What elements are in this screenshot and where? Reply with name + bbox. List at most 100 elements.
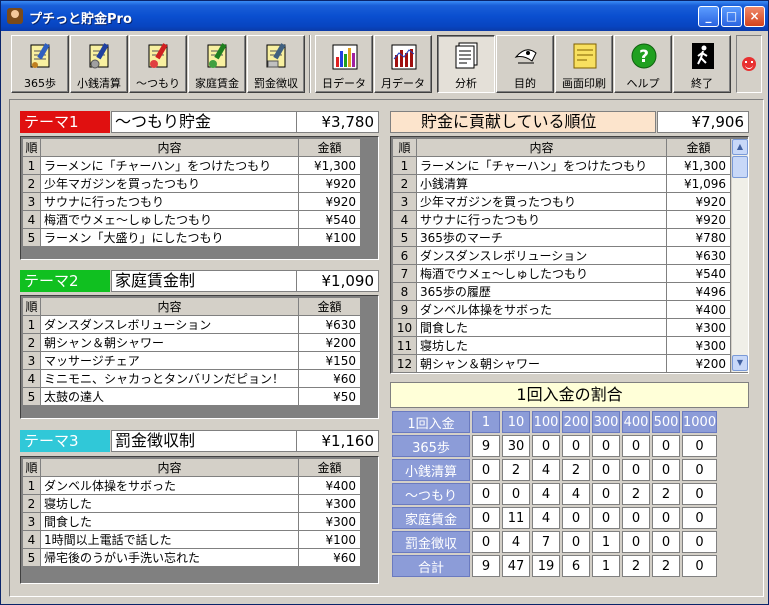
table-row[interactable]: 5 365歩のマーチ ¥780 — [392, 228, 731, 247]
ratio-cell: 0 — [652, 507, 680, 529]
tool-penalty-button[interactable]: 罰金徴収 — [247, 35, 305, 93]
ratio-cell: 0 — [682, 435, 718, 457]
tool-analysis-button[interactable]: 分析 — [437, 35, 495, 93]
ratio-cell: 0 — [622, 459, 650, 481]
tool-tsumori-button[interactable]: 〜つもり — [129, 35, 187, 93]
table-row[interactable]: 4 サウナに行ったつもり ¥920 — [392, 210, 731, 229]
row-no: 4 — [22, 530, 41, 549]
table-row[interactable]: 3 間食した ¥300 — [22, 512, 361, 531]
ratio-cell: 0 — [562, 531, 590, 553]
tool-goal-button[interactable]: 目的 — [496, 35, 554, 93]
tool-365-steps-button[interactable]: 365歩 — [11, 35, 69, 93]
row-desc: サウナに行ったつもり — [40, 192, 299, 211]
window-title: プチっと貯金Pro — [29, 12, 132, 27]
row-desc: 寝坊した — [416, 336, 667, 355]
table-row[interactable]: 9 ダンベル体操をサボった ¥400 — [392, 300, 731, 319]
table-row[interactable]: 3 マッサージチェア ¥150 — [22, 351, 361, 370]
tool-print-button[interactable]: 画面印刷 — [555, 35, 613, 93]
row-desc: ダンベル体操をサボった — [40, 476, 299, 495]
ranking-header: 貯金に貢献している順位 ¥7,906 — [390, 111, 749, 133]
ratio-row-label: 〜つもり — [392, 483, 470, 505]
ratio-cell: 0 — [652, 435, 680, 457]
table-row[interactable]: 1 ラーメンに「チャーハン」をつけたつもり ¥1,300 — [392, 156, 731, 175]
row-no: 5 — [22, 387, 41, 406]
tool-help-button[interactable]: ? ヘルプ — [614, 35, 672, 93]
app-window: プチっと貯金Pro _ □ × 365歩 小銭清算 〜つもり 家庭賃金 罰金徴収… — [0, 0, 769, 605]
tool-label: 罰金徴収 — [254, 77, 298, 90]
row-no: 2 — [22, 333, 41, 352]
table-row[interactable]: 8 365歩の履歴 ¥496 — [392, 282, 731, 301]
analysis-icon — [455, 42, 478, 69]
table-row[interactable]: 5 帰宅後のうがい手洗い忘れた ¥60 — [22, 548, 361, 567]
ratio-col-header: 1000 — [682, 411, 718, 433]
table-row[interactable]: 5 太鼓の達人 ¥50 — [22, 387, 361, 406]
ratio-row-label: 罰金徴収 — [392, 531, 470, 553]
ratio-cell: 2 — [622, 483, 650, 505]
row-amount: ¥630 — [298, 315, 361, 334]
row-amount: ¥920 — [666, 192, 731, 211]
table-row[interactable]: 10 間食した ¥300 — [392, 318, 731, 337]
table-row[interactable]: 4 1時間以上電話で話した ¥100 — [22, 530, 361, 549]
theme3-tag: テーマ3 — [20, 430, 110, 452]
table-row[interactable]: 1 ダンベル体操をサボった ¥400 — [22, 476, 361, 495]
table-row[interactable]: 5 ラーメン「大盛り」にしたつもり ¥100 — [22, 228, 361, 247]
close-button[interactable]: × — [744, 6, 765, 27]
row-desc: 太鼓の達人 — [40, 387, 299, 406]
ranking-amount: ¥7,906 — [657, 111, 749, 133]
row-no: 1 — [22, 476, 41, 495]
table-row[interactable]: 2 小銭清算 ¥1,096 — [392, 174, 731, 193]
row-no: 10 — [392, 318, 417, 337]
theme3-name: 罰金徴収制 — [111, 430, 311, 452]
ratio-cell: 0 — [562, 435, 590, 457]
table-row[interactable]: 7 梅酒でウメェ〜しゅしたつもり ¥540 — [392, 264, 731, 283]
ratio-cell: 2 — [562, 459, 590, 481]
table-row[interactable]: 6 ダンスダンスレボリューション ¥630 — [392, 246, 731, 265]
ratio-cell: 0 — [592, 435, 620, 457]
ratio-cell: 9 — [472, 555, 500, 577]
row-no: 5 — [392, 228, 417, 247]
table-row[interactable]: 12 朝シャン＆朝シャワー ¥200 — [392, 354, 731, 373]
row-amount: ¥60 — [298, 369, 361, 388]
table-row[interactable]: 3 少年マガジンを買ったつもり ¥920 — [392, 192, 731, 211]
table-row[interactable]: 11 寝坊した ¥300 — [392, 336, 731, 355]
theme2-header: テーマ2 家庭賃金制 ¥1,090 — [20, 270, 379, 292]
tool-daily-data-button[interactable]: 日データ — [315, 35, 373, 93]
minimize-button[interactable]: _ — [698, 6, 719, 27]
ratio-col-header: 400 — [622, 411, 650, 433]
tool-coin-settle-button[interactable]: 小銭清算 — [70, 35, 128, 93]
table-row[interactable]: 3 サウナに行ったつもり ¥920 — [22, 192, 361, 211]
ratio-row: 365歩 9 30 0 0 0 0 0 0 — [392, 435, 718, 457]
notebook-coins-icon — [89, 43, 109, 69]
table-row[interactable]: 1 ダンスダンスレボリューション ¥630 — [22, 315, 361, 334]
table-row[interactable]: 2 朝シャン＆朝シャワー ¥200 — [22, 333, 361, 352]
table-row[interactable]: 4 ミニモニ、シャカっとタンバリンだピョン！ ¥60 — [22, 369, 361, 388]
row-no: 12 — [392, 354, 417, 373]
theme3-amount: ¥1,160 — [296, 430, 379, 452]
scroll-down-icon[interactable]: ▼ — [732, 355, 748, 371]
table-row[interactable]: 1 ラーメンに「チャーハン」をつけたつもり ¥1,300 — [22, 156, 361, 175]
tool-exit-button[interactable]: 終了 — [673, 35, 731, 93]
ranking-scrollbar[interactable]: ▲ ▼ — [731, 139, 748, 372]
table-row[interactable]: 4 梅酒でウメェ〜しゅしたつもり ¥540 — [22, 210, 361, 229]
scroll-thumb[interactable] — [732, 156, 748, 178]
ratio-cell: 7 — [532, 531, 560, 553]
table-row[interactable]: 2 寝坊した ¥300 — [22, 494, 361, 513]
row-no: 7 — [392, 264, 417, 283]
row-amount: ¥400 — [298, 476, 361, 495]
row-amount: ¥50 — [298, 387, 361, 406]
row-no: 2 — [392, 174, 417, 193]
scroll-up-icon[interactable]: ▲ — [732, 139, 748, 155]
status-face — [736, 35, 762, 93]
theme1-name: 〜つもり貯金 — [111, 111, 311, 133]
tool-home-wage-button[interactable]: 家庭賃金 — [188, 35, 246, 93]
title-bar[interactable]: プチっと貯金Pro _ □ × — [1, 1, 768, 31]
row-amount: ¥300 — [666, 336, 731, 355]
tool-monthly-data-button[interactable]: 月データ — [374, 35, 432, 93]
table-row[interactable]: 2 少年マガジンを買ったつもり ¥920 — [22, 174, 361, 193]
ratio-cell: 0 — [592, 507, 620, 529]
row-no: 1 — [392, 156, 417, 175]
app-icon[interactable] — [7, 8, 23, 24]
maximize-button[interactable]: □ — [721, 6, 742, 27]
col-rank-header: 順 — [22, 138, 41, 157]
ratio-cell: 0 — [502, 483, 530, 505]
